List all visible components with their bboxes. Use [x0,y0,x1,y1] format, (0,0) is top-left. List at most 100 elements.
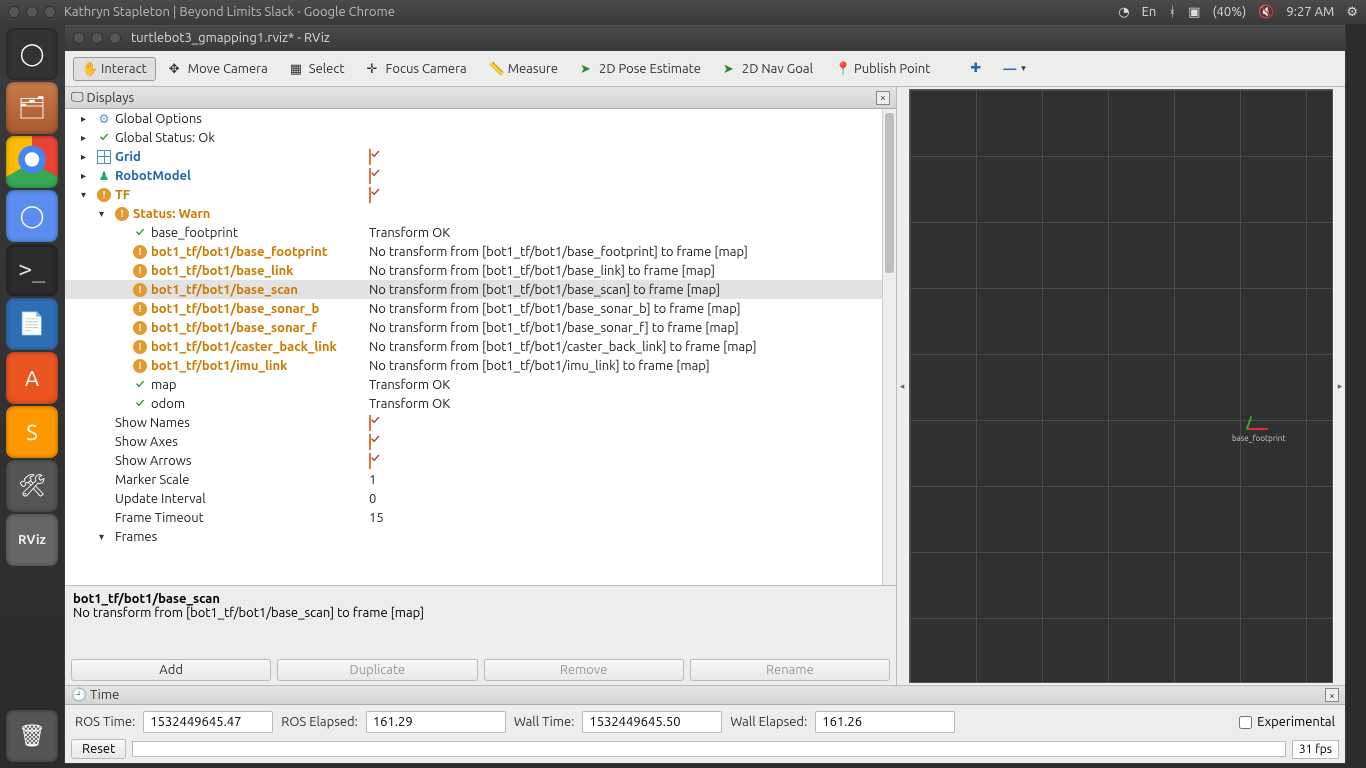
tree-row[interactable]: bot1_tf/bot1/caster_back_link No transfo… [65,337,896,356]
tree-row[interactable]: base_footprint Transform OK [65,223,896,242]
tree-row[interactable]: ▾ Frames [65,527,896,546]
duplicate-button[interactable]: Duplicate [277,659,477,681]
select-button[interactable]: ▦Select [281,57,354,81]
trash-icon[interactable]: 🗑 [6,710,58,762]
close-icon[interactable] [73,32,85,44]
tree-value[interactable] [365,416,896,430]
tree-row[interactable]: map Transform OK [65,375,896,394]
rename-button[interactable]: Rename [690,659,890,681]
tree-value[interactable] [365,454,896,468]
interact-button[interactable]: ✋Interact [73,57,156,81]
checkbox-icon [369,415,371,431]
tree-row[interactable]: ▸ Grid [65,147,896,166]
software-icon[interactable]: A [6,352,58,404]
chromium-icon[interactable]: ◯ [6,190,58,242]
tree-row[interactable]: bot1_tf/bot1/base_sonar_f No transform f… [65,318,896,337]
tree-row[interactable]: ▾ TF [65,185,896,204]
sublime-icon[interactable]: S [6,406,58,458]
volume-icon[interactable]: 🔇 [1258,5,1274,20]
rviz-titlebar[interactable]: turtlebot3_gmapping1.rviz* - RViz [65,25,1345,51]
add-button[interactable]: Add [71,659,271,681]
displays-header[interactable]: 🖵 Displays × [65,87,896,109]
tree-row[interactable]: ▸ RobotModel [65,166,896,185]
tree-row[interactable]: ▸ Global Options [65,109,896,128]
system-topbar: Kathryn Stapleton | Beyond Limits Slack … [0,0,1366,24]
ros-elapsed-field[interactable]: 161.29 [366,711,506,733]
time-progress[interactable] [132,741,1286,757]
collapse-right-icon[interactable]: ▸ [1335,87,1345,685]
tree-value[interactable] [365,169,896,183]
3d-viewport[interactable]: base_footprint [907,87,1335,685]
tree-row[interactable]: bot1_tf/bot1/base_scan No transform from… [65,280,896,299]
tree-row[interactable]: Frame Timeout 15 [65,508,896,527]
expand-icon[interactable]: ▸ [81,132,93,144]
bluetooth-icon[interactable]: ᚼ [1168,5,1176,19]
tree-row[interactable]: Marker Scale 1 [65,470,896,489]
tree-row[interactable]: bot1_tf/bot1/base_footprint No transform… [65,242,896,261]
close-icon[interactable] [8,6,20,18]
settings-icon[interactable]: 🛠 [6,460,58,512]
tree-row[interactable]: Show Axes [65,432,896,451]
remove-button[interactable]: Remove [484,659,684,681]
ros-time-field[interactable]: 1532449645.47 [143,711,273,733]
writer-icon[interactable]: 📄 [6,298,58,350]
time-header[interactable]: 🕘 Time × [65,686,1345,705]
tree-value[interactable] [365,435,896,449]
experimental-checkbox[interactable]: Experimental [1239,715,1335,729]
gear-icon[interactable]: ⚙ [1346,5,1358,20]
close-panel-icon[interactable]: × [1325,688,1339,702]
files-icon[interactable]: 🗂 [6,82,58,134]
tree-row[interactable]: bot1_tf/bot1/base_sonar_b No transform f… [65,299,896,318]
rviz-window: turtlebot3_gmapping1.rviz* - RViz ✋Inter… [64,24,1346,764]
battery-icon[interactable]: ▣ [1188,5,1200,20]
expand-icon[interactable]: ▸ [81,113,93,125]
minimize-icon[interactable] [91,32,103,44]
tree-row[interactable]: Show Names [65,413,896,432]
tree-value: 0 [365,492,896,506]
move-camera-button[interactable]: ✥Move Camera [160,57,277,81]
wall-time-field[interactable]: 1532449645.50 [582,711,722,733]
language-indicator[interactable]: En [1142,5,1157,19]
tree-row[interactable]: bot1_tf/bot1/base_link No transform from… [65,261,896,280]
focus-camera-button[interactable]: ✛Focus Camera [358,57,476,81]
minimize-icon[interactable] [26,6,38,18]
tree-row[interactable]: Update Interval 0 [65,489,896,508]
publish-point-button[interactable]: 📍Publish Point [826,57,939,81]
tree-label: bot1_tf/bot1/base_footprint [151,245,328,259]
displays-panel: 🖵 Displays × ▸ Global Options ▸ Global S… [65,87,897,685]
pose-estimate-button[interactable]: ➤2D Pose Estimate [571,57,710,81]
add-tool-button[interactable]: ✚ [961,56,990,81]
expand-icon[interactable]: ▸ [81,170,93,182]
wall-elapsed-field[interactable]: 161.26 [815,711,955,733]
tree-value: Transform OK [365,226,896,240]
tree-label: Global Options [115,112,202,126]
tree-row[interactable]: bot1_tf/bot1/imu_link No transform from … [65,356,896,375]
wifi-icon[interactable]: ◔ [1118,5,1129,20]
close-panel-icon[interactable]: × [876,91,890,105]
expand-icon[interactable]: ▾ [99,531,111,543]
tree-value[interactable] [365,150,896,164]
dash-icon[interactable]: ◯ [6,28,58,80]
remove-tool-button[interactable]: —▾ [994,57,1035,81]
tree-value[interactable] [365,188,896,202]
chrome-icon[interactable] [6,136,58,188]
scrollbar[interactable] [882,109,896,585]
clock[interactable]: 9:27 AM [1286,5,1334,19]
arrow-icon: ➤ [723,62,737,76]
maximize-icon[interactable] [44,6,56,18]
displays-tree[interactable]: ▸ Global Options ▸ Global Status: Ok ▸ G… [65,109,896,585]
tree-row[interactable]: ▸ Global Status: Ok [65,128,896,147]
rviz-icon[interactable]: RViz [6,514,58,566]
tree-row[interactable]: odom Transform OK [65,394,896,413]
expand-icon[interactable]: ▾ [99,208,111,220]
measure-button[interactable]: 📏Measure [480,57,567,81]
tree-row[interactable]: Show Arrows [65,451,896,470]
terminal-icon[interactable]: >_ [6,244,58,296]
maximize-icon[interactable] [109,32,121,44]
nav-goal-button[interactable]: ➤2D Nav Goal [714,57,822,81]
reset-button[interactable]: Reset [71,739,126,759]
expand-icon[interactable]: ▸ [81,151,93,163]
tree-row[interactable]: ▾ Status: Warn [65,204,896,223]
collapse-left-icon[interactable]: ◂ [897,87,907,685]
expand-icon[interactable]: ▾ [81,189,93,201]
